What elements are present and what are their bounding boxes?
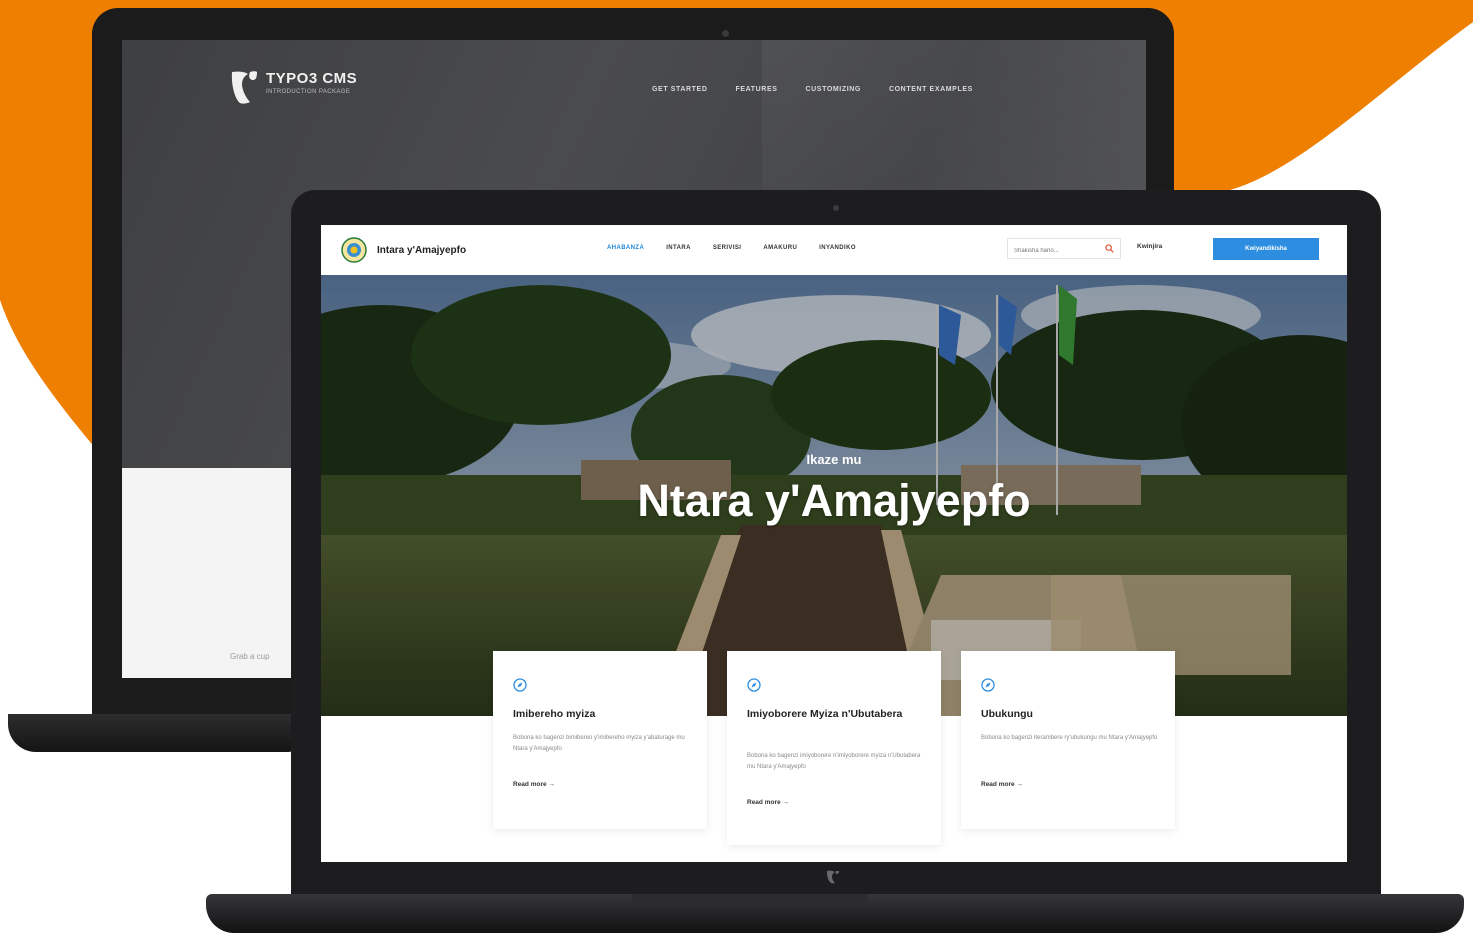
back-laptop-camera	[722, 30, 729, 37]
compass-icon	[981, 678, 995, 692]
site-header: Intara y'Amajyepfo AHABANZA INTARA SERIV…	[321, 225, 1347, 275]
front-laptop-screen: Intara y'Amajyepfo AHABANZA INTARA SERIV…	[321, 225, 1347, 862]
hero-kicker: Ikaze mu	[806, 452, 862, 467]
register-button[interactable]: Kwiyandikisha	[1213, 238, 1319, 260]
card-text: Bobona ko bagenzi iterambere ry'ubukungu…	[981, 735, 1158, 741]
card-title: Imiyoborere Myiza n'Ubutabera	[747, 708, 903, 720]
search-box	[1007, 238, 1121, 261]
card-read-more-link[interactable]: Read more →	[981, 781, 1023, 788]
card-title: Ubukungu	[981, 708, 1033, 720]
back-nav-features[interactable]: FEATURES	[735, 86, 777, 93]
card-text: Bobona ko bagenzi imiyoborere n'imiyobor…	[747, 753, 921, 770]
nav-item-serivisi[interactable]: SERIVISI	[713, 245, 742, 251]
typo3-chin-logo-icon	[827, 870, 839, 884]
search-icon[interactable]	[1105, 244, 1114, 253]
back-nav-content-examples[interactable]: CONTENT EXAMPLES	[889, 86, 973, 93]
rwanda-emblem-icon	[341, 237, 367, 263]
back-main-nav: GET STARTED FEATURES CUSTOMIZING CONTENT…	[652, 86, 973, 93]
nav-item-amakuru[interactable]: AMAKURU	[763, 245, 797, 251]
typo3-logo-icon	[231, 71, 257, 104]
back-nav-get-started[interactable]: GET STARTED	[652, 86, 707, 93]
card-text: Bobona ko bagenzi bimibereo y'imibereho …	[513, 735, 685, 752]
service-card[interactable]: Imiyoborere Myiza n'Ubutabera Bobona ko …	[727, 651, 941, 845]
card-read-more-link[interactable]: Read more →	[513, 781, 555, 788]
service-card[interactable]: Ubukungu Bobona ko bagenzi iterambere ry…	[961, 651, 1175, 829]
site-name: Intara y'Amajyepfo	[377, 244, 467, 256]
service-card[interactable]: Imibereho myiza Bobona ko bagenzi bimibe…	[493, 651, 707, 829]
nav-item-ahabanza[interactable]: AHABANZA	[607, 245, 644, 251]
site-main-nav: AHABANZA INTARA SERIVISI AMAKURU INYANDI…	[607, 245, 856, 251]
login-link[interactable]: Kwinjira	[1137, 243, 1162, 250]
nav-item-intara[interactable]: INTARA	[666, 245, 691, 251]
card-title: Imibereho myiza	[513, 708, 596, 720]
card-read-more-link[interactable]: Read more →	[747, 799, 789, 806]
compass-icon	[747, 678, 761, 692]
back-caption-text: Grab a cup	[230, 652, 270, 661]
front-laptop-base-notch	[632, 894, 868, 908]
search-input[interactable]	[1008, 241, 1110, 261]
typo3-logo-title: TYPO3 CMS	[266, 70, 358, 87]
front-laptop-camera	[833, 205, 839, 211]
hero-title: Ntara y'Amajyepfo	[637, 475, 1031, 526]
typo3-logo-subtitle: INTRODUCTION PACKAGE	[266, 89, 351, 95]
back-laptop-base	[8, 714, 298, 752]
hero-section: Ikaze mu Ntara y'Amajyepfo	[321, 275, 1347, 716]
back-nav-customizing[interactable]: CUSTOMIZING	[806, 86, 861, 93]
site-logo[interactable]: Intara y'Amajyepfo	[341, 237, 466, 263]
nav-item-inyandiko[interactable]: INYANDIKO	[819, 245, 856, 251]
typo3-logo[interactable]: TYPO3 CMS INTRODUCTION PACKAGE	[230, 70, 357, 106]
compass-icon	[513, 678, 527, 692]
